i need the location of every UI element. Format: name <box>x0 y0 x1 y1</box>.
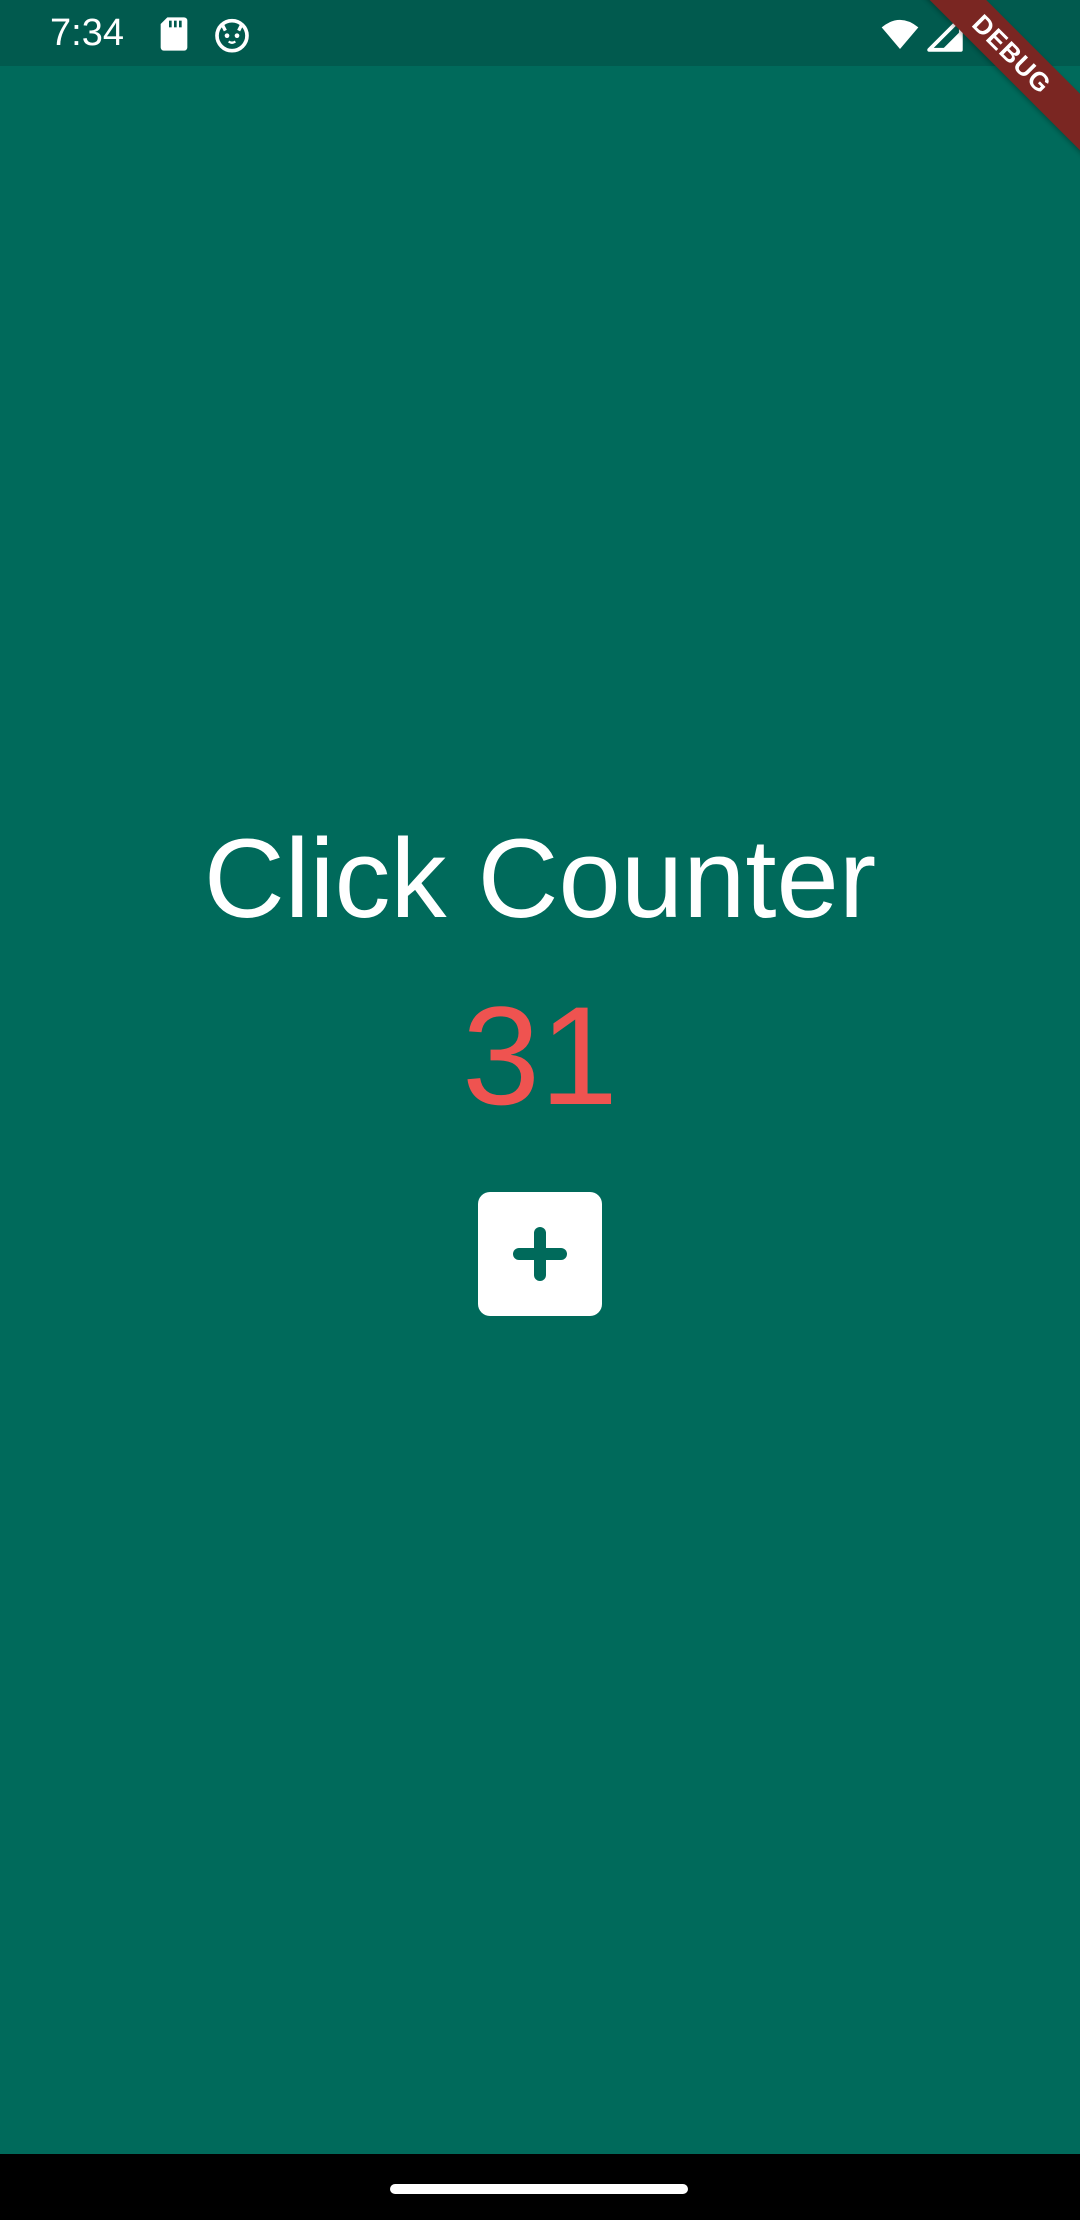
navigation-bar <box>0 2154 1080 2220</box>
page-title: Click Counter <box>203 816 877 941</box>
status-bar: 7:34 <box>0 0 1080 66</box>
plus-icon <box>513 1227 567 1281</box>
home-gesture-handle[interactable] <box>390 2184 688 2194</box>
main-content: Click Counter 31 <box>0 66 1080 2154</box>
app-screen: 7:34 DEBUG Click Counter 31 <box>0 0 1080 2220</box>
increment-button[interactable] <box>478 1192 602 1316</box>
status-time: 7:34 <box>50 12 124 54</box>
sd-card-icon <box>160 17 188 51</box>
click-count: 31 <box>462 977 618 1134</box>
cat-face-icon <box>215 18 249 53</box>
wifi-icon <box>881 19 919 49</box>
